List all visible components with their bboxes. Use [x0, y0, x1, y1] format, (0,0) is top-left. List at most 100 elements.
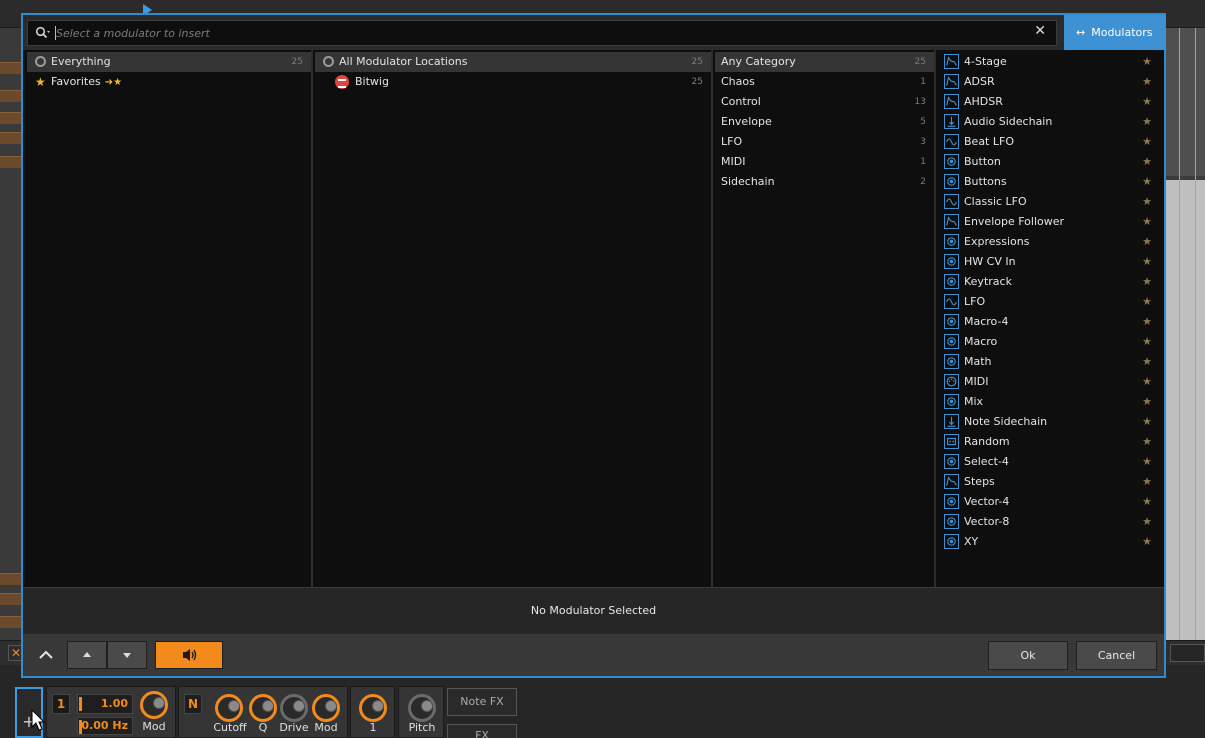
favorite-star-icon[interactable]: ★ — [1142, 532, 1152, 552]
modulator-item[interactable]: Macro ★ — [938, 332, 1163, 352]
note-fx-slot[interactable]: Note FX — [447, 688, 517, 716]
favorite-star-icon[interactable]: ★ — [1142, 52, 1152, 72]
modulator-item[interactable]: Expressions ★ — [938, 232, 1163, 252]
favorite-star-icon[interactable]: ★ — [1142, 432, 1152, 452]
voices-knob[interactable] — [359, 694, 387, 722]
rate-field[interactable]: 1.00 — [77, 694, 133, 714]
modulator-item[interactable]: Button ★ — [938, 152, 1163, 172]
favorite-star-icon[interactable]: ★ — [1142, 412, 1152, 432]
favorite-star-icon[interactable]: ★ — [1142, 232, 1152, 252]
preview-audio-button[interactable] — [155, 641, 223, 669]
q-knob[interactable] — [249, 694, 277, 722]
modulator-item[interactable]: Note Sidechain ★ — [938, 412, 1163, 432]
favorite-star-icon[interactable]: ★ — [1142, 212, 1152, 232]
location-item-bitwig[interactable]: Bitwig 25 — [315, 72, 711, 92]
modulator-item[interactable]: Audio Sidechain ★ — [938, 112, 1163, 132]
device-number[interactable]: 1 — [52, 694, 70, 714]
favorite-star-icon[interactable]: ★ — [1142, 372, 1152, 392]
modulator-item[interactable]: LFO ★ — [938, 292, 1163, 312]
fx-slot[interactable]: FX — [447, 724, 517, 738]
favorite-star-icon[interactable]: ★ — [1142, 492, 1152, 512]
modulator-item[interactable]: Keytrack ★ — [938, 272, 1163, 292]
favorite-star-icon[interactable]: ★ — [1142, 172, 1152, 192]
category-item-chaos[interactable]: Chaos 1 — [715, 72, 934, 92]
clip[interactable] — [0, 62, 22, 74]
clip[interactable] — [0, 616, 22, 628]
modulator-item[interactable]: Classic LFO ★ — [938, 192, 1163, 212]
modulator-item[interactable]: Vector-8 ★ — [938, 512, 1163, 532]
favorite-star-icon[interactable]: ★ — [1142, 92, 1152, 112]
scope-item-favorites[interactable]: ★ Favorites ➜★ — [27, 72, 311, 92]
pitch-knob[interactable] — [408, 694, 436, 722]
category-item-label: Sidechain — [721, 175, 775, 188]
category-item-midi[interactable]: MIDI 1 — [715, 152, 934, 172]
modulator-item-label: Classic LFO — [964, 195, 1027, 208]
cancel-button[interactable]: Cancel — [1076, 641, 1157, 670]
cutoff-knob[interactable] — [215, 694, 243, 722]
modulator-item[interactable]: Buttons ★ — [938, 172, 1163, 192]
category-item-sidechain[interactable]: Sidechain 2 — [715, 172, 934, 192]
favorite-star-icon[interactable]: ★ — [1142, 312, 1152, 332]
category-item-envelope[interactable]: Envelope 5 — [715, 112, 934, 132]
clip[interactable] — [0, 132, 22, 144]
modulator-item[interactable]: AHDSR ★ — [938, 92, 1163, 112]
filter-mod-knob[interactable] — [312, 694, 340, 722]
drive-knob[interactable] — [280, 694, 308, 722]
arranger-timeline[interactable] — [1165, 28, 1205, 648]
favorite-star-icon[interactable]: ★ — [1142, 332, 1152, 352]
favorite-star-icon[interactable]: ★ — [1142, 252, 1152, 272]
modulator-item[interactable]: Beat LFO ★ — [938, 132, 1163, 152]
modulator-item[interactable]: XY ★ — [938, 532, 1163, 552]
favorite-star-icon[interactable]: ★ — [1142, 132, 1152, 152]
favorite-star-icon[interactable]: ★ — [1142, 292, 1152, 312]
category-item-any[interactable]: Any Category 25 — [715, 52, 934, 72]
favorite-star-icon[interactable]: ★ — [1142, 392, 1152, 412]
clear-search-icon[interactable]: ✕ — [1034, 23, 1046, 39]
mod-knob[interactable] — [140, 691, 168, 719]
favorite-star-icon[interactable]: ★ — [1142, 272, 1152, 292]
modulator-item[interactable]: ADSR ★ — [938, 72, 1163, 92]
sidechain-icon — [944, 114, 959, 129]
modulator-item[interactable]: Vector-4 ★ — [938, 492, 1163, 512]
clip[interactable] — [0, 573, 22, 585]
modulator-item[interactable]: 4-Stage ★ — [938, 52, 1163, 72]
search-input[interactable] — [56, 24, 1016, 42]
favorite-star-icon[interactable]: ★ — [1142, 152, 1152, 172]
favorite-star-icon[interactable]: ★ — [1142, 112, 1152, 132]
favorite-star-icon[interactable]: ★ — [1142, 72, 1152, 92]
favorite-star-icon[interactable]: ★ — [1142, 452, 1152, 472]
favorite-star-icon[interactable]: ★ — [1142, 512, 1152, 532]
control-icon — [944, 314, 959, 329]
scope-item-everything[interactable]: Everything 25 — [27, 52, 311, 72]
frequency-field[interactable]: 0.00 Hz — [77, 717, 133, 735]
previous-button[interactable] — [67, 641, 107, 669]
modulator-item[interactable]: MIDI ★ — [938, 372, 1163, 392]
modulator-item[interactable]: Steps ★ — [938, 472, 1163, 492]
favorite-star-icon[interactable]: ★ — [1142, 472, 1152, 492]
modulator-item-label: Vector-4 — [964, 495, 1010, 508]
modulator-item[interactable]: Select-4 ★ — [938, 452, 1163, 472]
category-item-control[interactable]: Control 13 — [715, 92, 934, 112]
collapse-button[interactable] — [33, 642, 59, 668]
clip[interactable] — [0, 112, 22, 124]
next-button[interactable] — [107, 641, 147, 669]
modulators-tab[interactable]: ↔ Modulators — [1064, 15, 1166, 50]
favorite-star-icon[interactable]: ★ — [1142, 352, 1152, 372]
search-field[interactable]: ✕ — [27, 20, 1057, 46]
clip[interactable] — [0, 156, 22, 168]
location-item-all[interactable]: All Modulator Locations 25 — [315, 52, 711, 72]
clip[interactable] — [0, 593, 22, 605]
toolbar-field[interactable] — [1170, 644, 1205, 662]
control-icon — [944, 174, 959, 189]
modulator-item[interactable]: Macro-4 ★ — [938, 312, 1163, 332]
modulator-item[interactable]: Mix ★ — [938, 392, 1163, 412]
modulator-item[interactable]: Random ★ — [938, 432, 1163, 452]
ok-button[interactable]: Ok — [988, 641, 1068, 670]
favorite-star-icon[interactable]: ★ — [1142, 192, 1152, 212]
modulator-item[interactable]: HW CV In ★ — [938, 252, 1163, 272]
clip[interactable] — [0, 90, 22, 102]
modulator-item[interactable]: Math ★ — [938, 352, 1163, 372]
category-item-lfo[interactable]: LFO 3 — [715, 132, 934, 152]
modulator-item[interactable]: Envelope Follower ★ — [938, 212, 1163, 232]
note-badge[interactable]: N — [184, 694, 202, 714]
